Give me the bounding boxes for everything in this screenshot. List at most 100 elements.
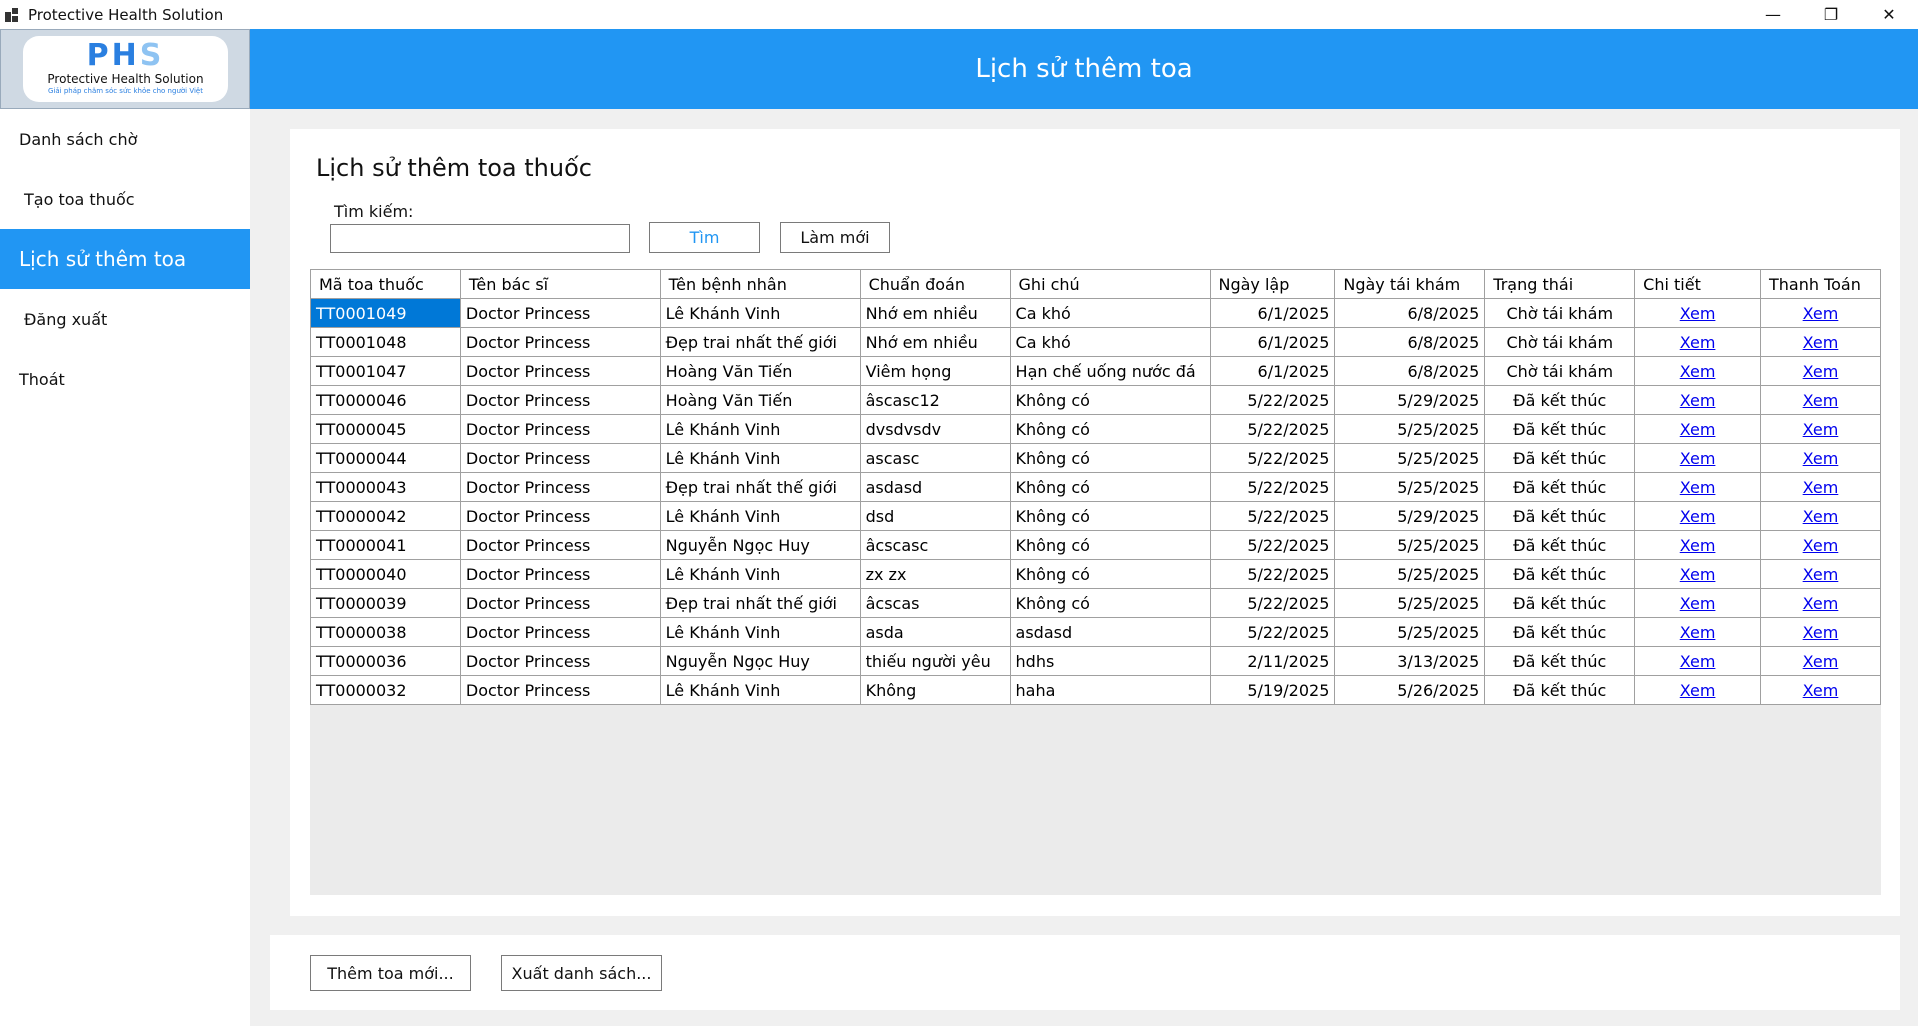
column-header[interactable]: Ghi chú [1009, 269, 1211, 299]
cell-doctor: Doctor Princess [459, 530, 661, 560]
detail-link[interactable]: Xem [1634, 472, 1761, 502]
detail-link[interactable]: Xem [1634, 356, 1761, 386]
payment-link[interactable]: Xem [1759, 617, 1882, 647]
detail-link[interactable]: Xem [1634, 414, 1761, 444]
sidebar-item-label: Thoát [19, 369, 65, 389]
cell-status: Đã kết thúc [1484, 443, 1636, 473]
payment-link[interactable]: Xem [1759, 588, 1882, 618]
detail-link[interactable]: Xem [1634, 530, 1761, 560]
cell-note: Không có [1009, 385, 1211, 415]
detail-link[interactable]: Xem [1634, 443, 1761, 473]
cell-note: Không có [1009, 559, 1211, 589]
sidebar-item-logout[interactable]: Đăng xuất [0, 289, 250, 349]
column-header[interactable]: Chi tiết [1634, 269, 1761, 299]
sidebar-item-prescription-history[interactable]: Lịch sử thêm toa [0, 229, 250, 289]
cell-created-date: 5/22/2025 [1209, 530, 1336, 560]
detail-link[interactable]: Xem [1634, 617, 1761, 647]
column-header[interactable]: Tên bác sĩ [459, 269, 661, 299]
table-row[interactable]: TT0000045 Doctor Princess Lê Khánh Vinh dvs… [310, 414, 1882, 444]
sidebar-item-create-prescription[interactable]: Tạo toa thuốc [0, 169, 250, 229]
cell-doctor: Doctor Princess [459, 472, 661, 502]
sidebar-item-waiting-list[interactable]: Danh sách chờ [0, 109, 250, 169]
table-row[interactable]: TT0001048 Doctor Princess Đẹp trai nhất th… [310, 327, 1882, 357]
cell-patient: Đẹp trai nhất thế giới [659, 472, 861, 502]
payment-link[interactable]: Xem [1759, 472, 1882, 502]
add-prescription-button[interactable]: Thêm toa mới... [310, 955, 471, 991]
payment-link[interactable]: Xem [1759, 501, 1882, 531]
table-row[interactable]: TT0000038 Doctor Princess Lê Khánh Vinh asd… [310, 617, 1882, 647]
detail-link[interactable]: Xem [1634, 646, 1761, 676]
restore-icon[interactable]: ❐ [1802, 0, 1860, 29]
cell-note: Ca khó [1009, 327, 1211, 357]
column-header[interactable]: Tên bệnh nhân [659, 269, 861, 299]
table-row[interactable]: TT0000041 Doctor Princess Nguyễn Ngọc Huy â… [310, 530, 1882, 560]
table-row[interactable]: TT0000040 Doctor Princess Lê Khánh Vinh zx … [310, 559, 1882, 589]
refresh-button[interactable]: Làm mới [780, 222, 890, 253]
close-icon[interactable]: ✕ [1860, 0, 1918, 29]
table-row[interactable]: TT0000032 Doctor Princess Lê Khánh Vinh Khô… [310, 675, 1882, 705]
cell-note: Không có [1009, 443, 1211, 473]
cell-status: Chờ tái khám [1484, 356, 1636, 386]
column-header[interactable]: Mã toa thuốc [310, 269, 461, 299]
cell-status: Đã kết thúc [1484, 617, 1636, 647]
sidebar-item-exit[interactable]: Thoát [0, 349, 250, 409]
cell-doctor: Doctor Princess [459, 675, 661, 705]
table-row[interactable]: TT0001047 Doctor Princess Hoàng Văn Tiến Vi… [310, 356, 1882, 386]
table-row[interactable]: TT0000044 Doctor Princess Lê Khánh Vinh asc… [310, 443, 1882, 473]
payment-link[interactable]: Xem [1759, 559, 1882, 589]
payment-link[interactable]: Xem [1759, 675, 1882, 705]
detail-link[interactable]: Xem [1634, 327, 1761, 357]
title-bar: Protective Health Solution — ❐ ✕ [0, 0, 1918, 29]
cell-doctor: Doctor Princess [459, 356, 661, 386]
cell-revisit-date: 5/25/2025 [1334, 472, 1486, 502]
table-row[interactable]: TT0000042 Doctor Princess Lê Khánh Vinh dsd… [310, 501, 1882, 531]
search-label: Tìm kiếm: [334, 202, 414, 221]
cell-prescription-id: TT0001047 [310, 356, 461, 386]
detail-link[interactable]: Xem [1634, 385, 1761, 415]
cell-created-date: 6/1/2025 [1209, 298, 1336, 328]
payment-link[interactable]: Xem [1759, 327, 1882, 357]
sidebar-item-label: Lịch sử thêm toa [19, 247, 187, 271]
payment-link[interactable]: Xem [1759, 443, 1882, 473]
payment-link[interactable]: Xem [1759, 385, 1882, 415]
cell-doctor: Doctor Princess [459, 559, 661, 589]
table-row[interactable]: TT0000046 Doctor Princess Hoàng Văn Tiến âs… [310, 385, 1882, 415]
table-row[interactable]: TT0001049 Doctor Princess Lê Khánh Vinh Nhớ… [310, 298, 1882, 328]
minimize-icon[interactable]: — [1744, 0, 1802, 29]
detail-link[interactable]: Xem [1634, 559, 1761, 589]
export-list-button[interactable]: Xuất danh sách... [501, 955, 662, 991]
payment-link[interactable]: Xem [1759, 414, 1882, 444]
cell-doctor: Doctor Princess [459, 646, 661, 676]
column-header[interactable]: Chuẩn đoán [859, 269, 1011, 299]
cell-note: Không có [1009, 530, 1211, 560]
cell-note: hdhs [1009, 646, 1211, 676]
search-input[interactable] [330, 224, 630, 253]
cell-revisit-date: 3/13/2025 [1334, 646, 1486, 676]
table-row[interactable]: TT0000039 Doctor Princess Đẹp trai nhất th… [310, 588, 1882, 618]
detail-link[interactable]: Xem [1634, 501, 1761, 531]
cell-patient: Lê Khánh Vinh [659, 501, 861, 531]
cell-created-date: 5/22/2025 [1209, 385, 1336, 415]
payment-link[interactable]: Xem [1759, 298, 1882, 328]
cell-prescription-id: TT0000041 [310, 530, 461, 560]
detail-link[interactable]: Xem [1634, 675, 1761, 705]
payment-link[interactable]: Xem [1759, 530, 1882, 560]
detail-link[interactable]: Xem [1634, 588, 1761, 618]
window-controls: — ❐ ✕ [1744, 0, 1918, 29]
detail-link[interactable]: Xem [1634, 298, 1761, 328]
cell-created-date: 5/19/2025 [1209, 675, 1336, 705]
payment-link[interactable]: Xem [1759, 356, 1882, 386]
search-button[interactable]: Tìm [649, 222, 760, 253]
prescription-grid[interactable]: Mã toa thuốc Tên bác sĩ Tên bệnh nhân Ch… [310, 269, 1882, 895]
table-row[interactable]: TT0000036 Doctor Princess Nguyễn Ngọc Huy t… [310, 646, 1882, 676]
cell-status: Đã kết thúc [1484, 385, 1636, 415]
cell-note: Không có [1009, 501, 1211, 531]
column-header[interactable]: Trạng thái [1484, 269, 1636, 299]
cell-status: Đã kết thúc [1484, 414, 1636, 444]
column-header[interactable]: Ngày lập [1209, 269, 1336, 299]
cell-status: Đã kết thúc [1484, 501, 1636, 531]
column-header[interactable]: Ngày tái khám [1334, 269, 1486, 299]
column-header[interactable]: Thanh Toán [1759, 269, 1882, 299]
table-row[interactable]: TT0000043 Doctor Princess Đẹp trai nhất th… [310, 472, 1882, 502]
payment-link[interactable]: Xem [1759, 646, 1882, 676]
